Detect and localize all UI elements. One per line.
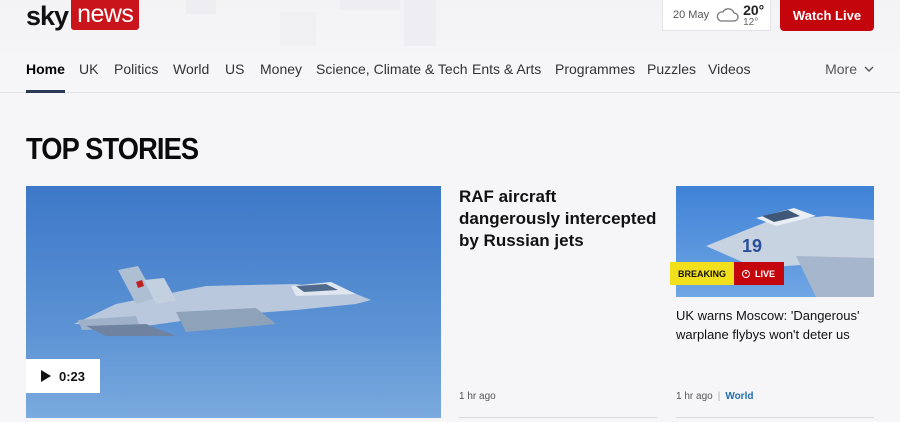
breaking-label: BREAKING [670, 262, 735, 285]
main-nav: Home UK Politics World US Money Science,… [26, 56, 874, 93]
hero-timestamp: 1 hr ago [459, 391, 496, 402]
header-decoration [280, 12, 316, 46]
hero-video-thumbnail[interactable]: 0:23 [26, 186, 441, 418]
nav-more-button[interactable]: More [825, 61, 874, 77]
weather-high: 20° [743, 1, 765, 18]
nav-item-science-climate-tech[interactable]: Science, Climate & Tech [316, 61, 467, 90]
watch-live-button[interactable]: Watch Live [780, 0, 874, 31]
chevron-down-icon [864, 66, 874, 72]
weather-low: 12° [743, 16, 759, 28]
side-story-meta: 1 hr ago | World [676, 391, 753, 402]
weather-widget[interactable]: 20 May 20° 12° [662, 0, 771, 31]
nav-item-videos[interactable]: Videos [708, 61, 751, 90]
video-duration: 0:23 [58, 368, 86, 384]
sky-news-logo[interactable]: sky news [26, 0, 140, 31]
meta-separator: | [717, 391, 721, 402]
jet-number-text: 19 [742, 236, 762, 256]
live-label: LIVE [755, 268, 776, 279]
nav-item-puzzles[interactable]: Puzzles [647, 61, 696, 90]
nav-item-programmes[interactable]: Programmes [555, 61, 635, 90]
section-title: TOP STORIES [26, 131, 199, 166]
header-decoration [186, 0, 216, 14]
side-story-headline-link[interactable]: UK warns Moscow: 'Dangerous' warplane fl… [676, 306, 876, 344]
hero-headline-link[interactable]: RAF aircraft dangerously intercepted by … [459, 186, 659, 252]
nav-item-money[interactable]: Money [260, 61, 302, 90]
side-story-tag-link[interactable]: World [725, 391, 753, 402]
nav-more-label: More [825, 61, 857, 77]
nav-item-world[interactable]: World [173, 61, 209, 90]
live-dot-icon [742, 269, 751, 278]
nav-item-home[interactable]: Home [26, 61, 65, 93]
video-duration-badge[interactable]: 0:23 [26, 359, 100, 393]
play-icon [40, 370, 51, 382]
cloud-icon [716, 8, 739, 22]
site-header: sky news 20 May 20° 12° Watch Live Home … [0, 0, 900, 93]
side-story-timestamp: 1 hr ago [676, 391, 713, 402]
weather-temps: 20° 12° [743, 3, 764, 28]
breaking-live-badge: BREAKING LIVE [670, 262, 785, 285]
nav-item-uk[interactable]: UK [79, 61, 98, 90]
divider [459, 417, 657, 418]
divider [676, 417, 874, 418]
logo-sky-text: sky [26, 1, 69, 31]
header-decoration [340, 0, 400, 10]
header-decoration [404, 0, 436, 46]
weather-date: 20 May [673, 9, 710, 21]
nav-item-politics[interactable]: Politics [114, 61, 158, 90]
nav-item-ents-arts[interactable]: Ents & Arts [472, 61, 541, 90]
nav-item-us[interactable]: US [225, 61, 244, 90]
live-badge: LIVE [734, 262, 785, 285]
logo-news-text: news [71, 0, 140, 30]
